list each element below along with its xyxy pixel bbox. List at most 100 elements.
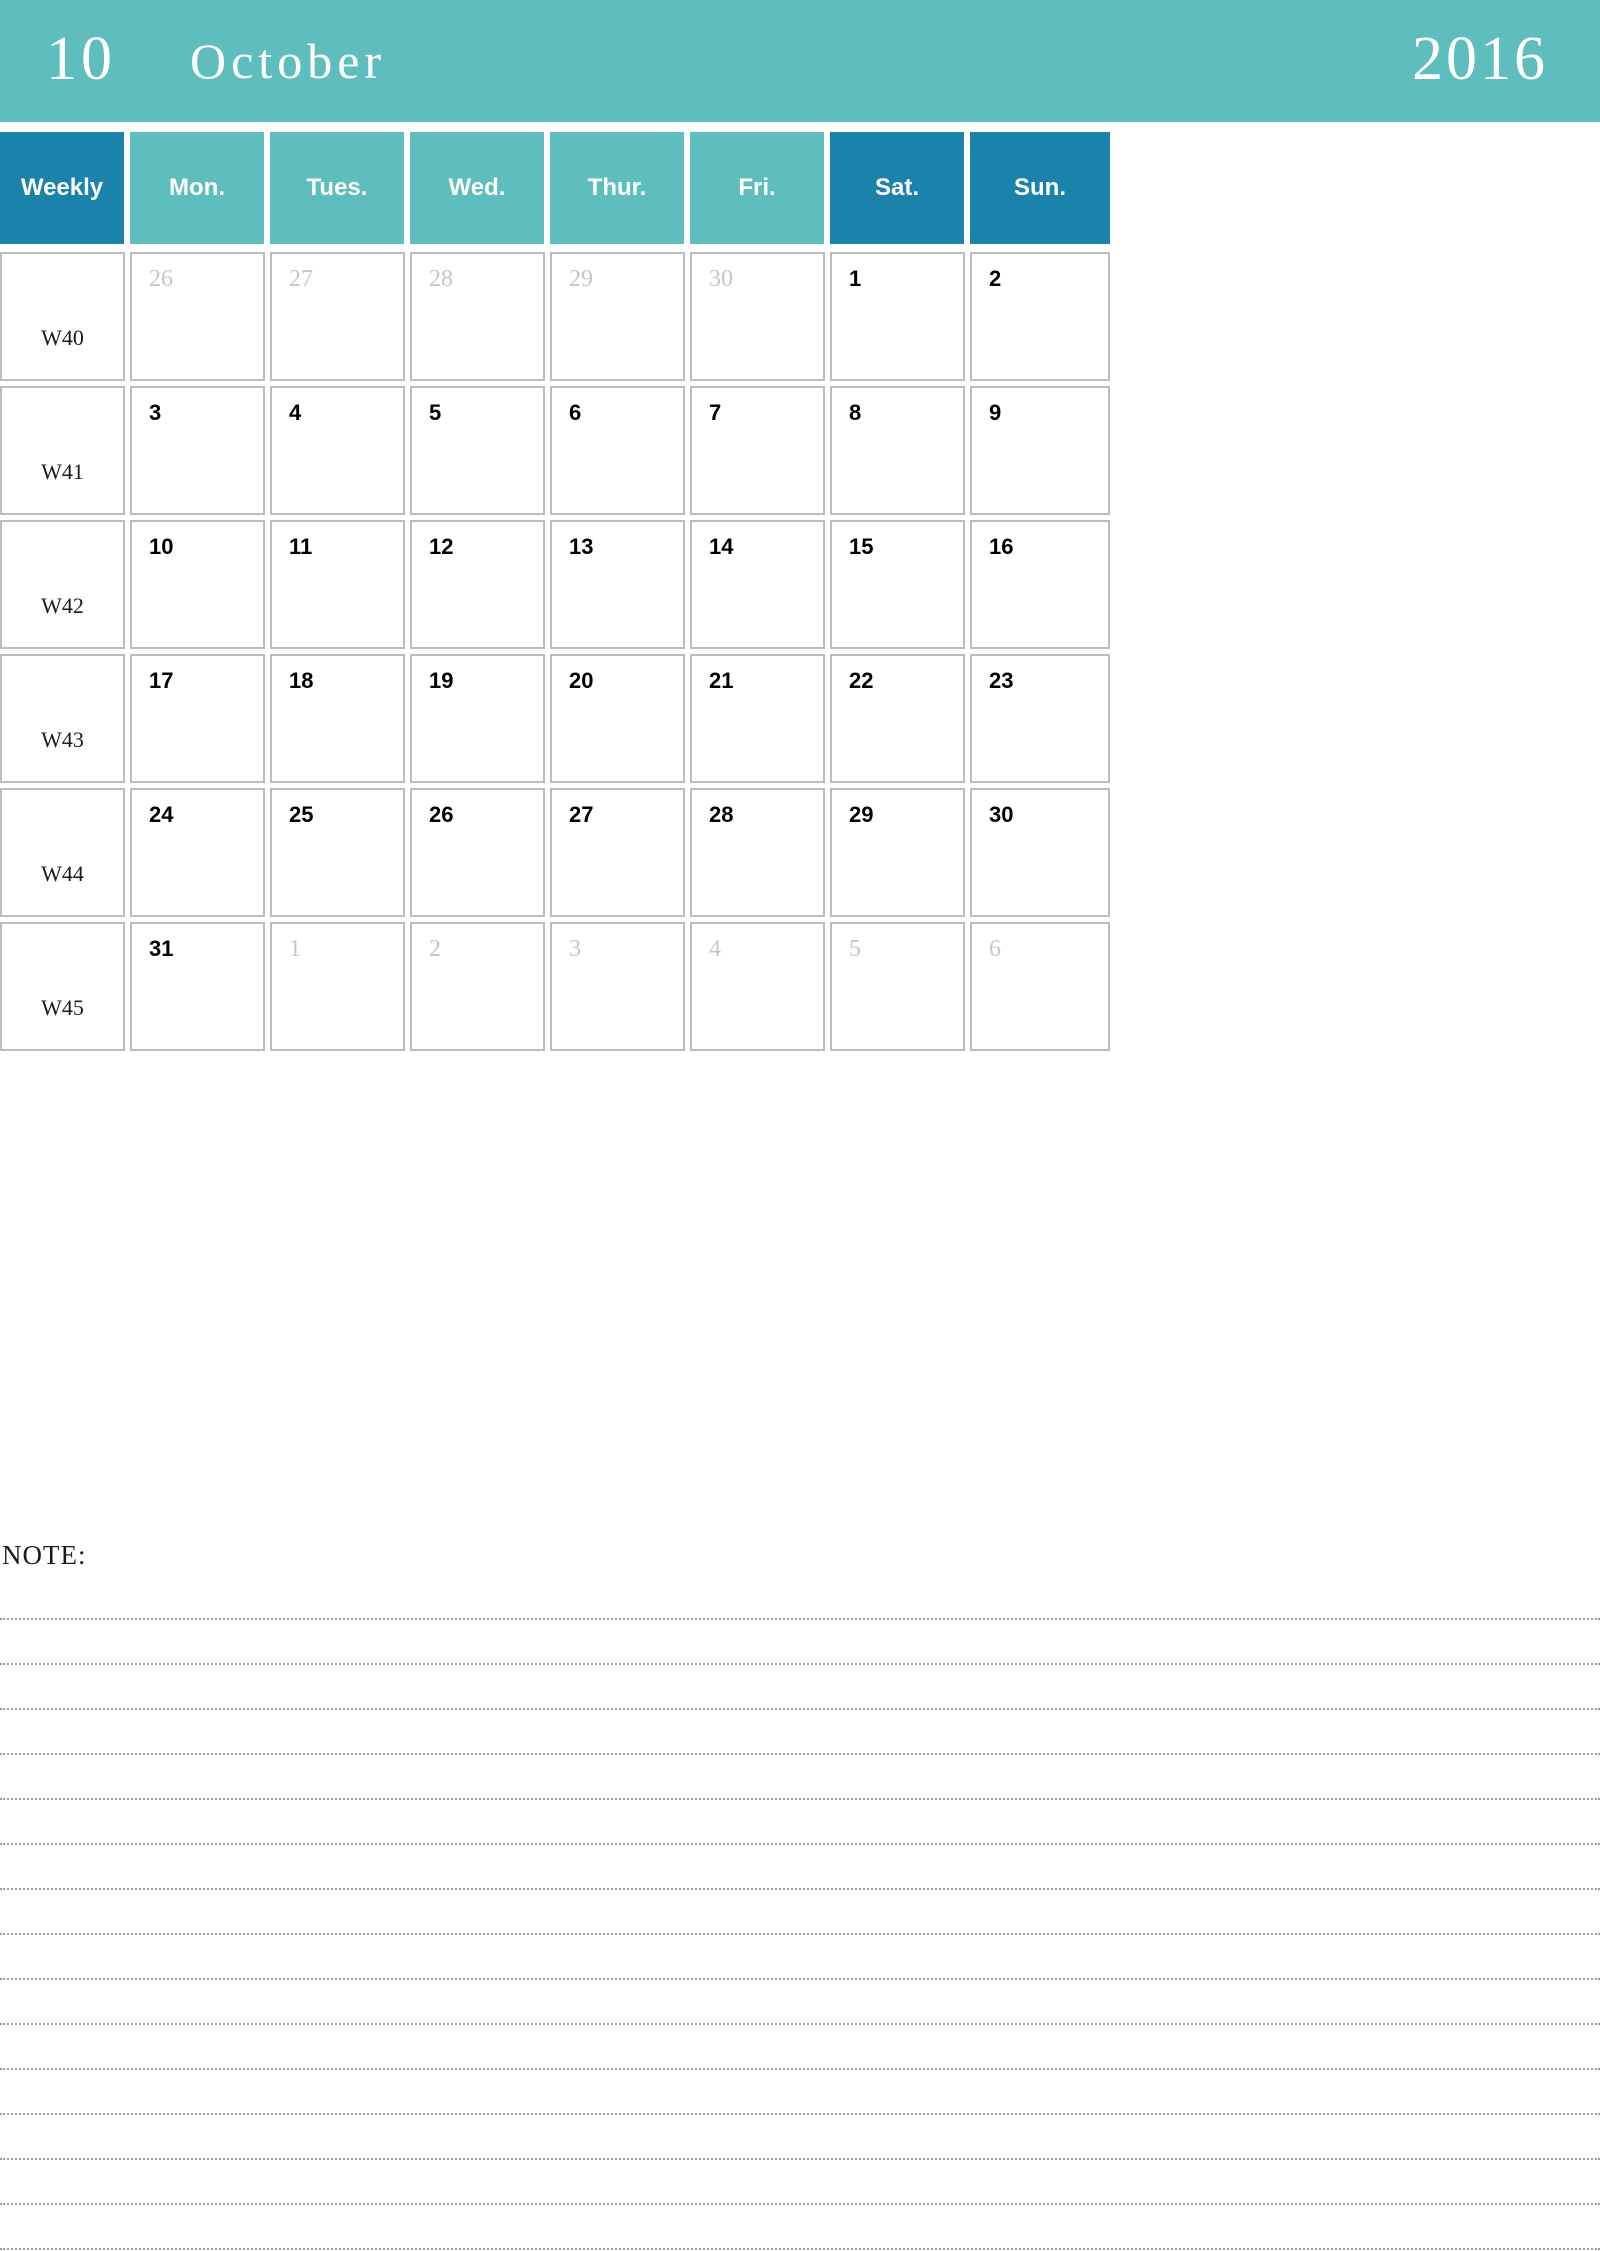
column-header-label: Weekly [20, 174, 104, 201]
note-line[interactable] [0, 1935, 1600, 1980]
day-cell[interactable]: 8 [830, 386, 965, 515]
year-label: 2016 [1412, 25, 1548, 93]
day-number: 10 [149, 534, 174, 559]
day-cell[interactable]: 31 [130, 922, 265, 1051]
note-line[interactable] [0, 2160, 1600, 2205]
day-number: 25 [289, 802, 314, 827]
day-cell[interactable]: 28 [690, 788, 825, 917]
calendar-week-row: W41 3 4 5 6 7 8 9 [0, 386, 1600, 515]
day-number-outside-month: 27 [289, 266, 313, 292]
day-cell[interactable]: 18 [270, 654, 405, 783]
note-line[interactable] [0, 1800, 1600, 1845]
day-number-outside-month: 30 [709, 266, 733, 292]
day-cell[interactable]: 6 [970, 922, 1110, 1051]
day-cell[interactable]: 4 [270, 386, 405, 515]
day-cell[interactable]: 7 [690, 386, 825, 515]
day-cell[interactable]: 1 [830, 252, 965, 381]
note-line[interactable] [0, 1980, 1600, 2025]
day-number: 11 [289, 534, 313, 559]
weekday-header-row: Weekly Mon. Tues. Wed. Thur. Fri. Sat. Sun. [0, 132, 1600, 244]
note-line[interactable] [0, 1755, 1600, 1800]
day-cell[interactable]: 26 [410, 788, 545, 917]
note-line[interactable] [0, 2070, 1600, 2115]
calendar-week-row: W44 24 25 26 27 28 29 30 [0, 788, 1600, 917]
day-number: 9 [989, 400, 1002, 425]
day-cell[interactable]: 9 [970, 386, 1110, 515]
day-cell[interactable]: 2 [410, 922, 545, 1051]
week-number-label: W42 [41, 593, 84, 618]
day-cell[interactable]: 13 [550, 520, 685, 649]
day-number: 28 [709, 802, 734, 827]
day-number: 29 [849, 802, 874, 827]
day-number: 14 [709, 534, 734, 559]
note-line[interactable] [0, 2205, 1600, 2250]
week-number-label: W44 [41, 861, 84, 886]
note-line[interactable] [0, 1845, 1600, 1890]
day-cell[interactable]: 29 [550, 252, 685, 381]
calendar-week-row: W43 17 18 19 20 21 22 23 [0, 654, 1600, 783]
day-cell[interactable]: 12 [410, 520, 545, 649]
day-cell[interactable]: 16 [970, 520, 1110, 649]
note-line[interactable] [0, 1575, 1600, 1620]
day-cell[interactable]: 5 [830, 922, 965, 1051]
day-number: 8 [849, 400, 862, 425]
day-number: 30 [989, 802, 1014, 827]
day-number: 6 [569, 400, 582, 425]
note-line[interactable] [0, 2025, 1600, 2070]
day-cell[interactable]: 26 [130, 252, 265, 381]
calendar-week-row: W40 26 27 28 29 30 1 2 [0, 252, 1600, 381]
day-number-outside-month: 29 [569, 266, 593, 292]
note-line[interactable] [0, 1710, 1600, 1755]
note-line[interactable] [0, 1620, 1600, 1665]
column-header-label: Sat. [874, 174, 919, 201]
day-cell[interactable]: 24 [130, 788, 265, 917]
calendar-grid: W40 26 27 28 29 30 1 2 W41 3 4 5 6 7 8 9 W42 10 11 12 13 14 15… [0, 252, 1600, 1056]
day-number: 5 [429, 400, 442, 425]
note-lines[interactable] [0, 1575, 1600, 2250]
note-label: NOTE: [2, 1540, 87, 1570]
day-cell[interactable]: 14 [690, 520, 825, 649]
day-number: 19 [429, 668, 454, 693]
day-number: 13 [569, 534, 594, 559]
column-header-label: Tues. [306, 174, 368, 201]
day-cell[interactable]: 1 [270, 922, 405, 1051]
day-cell[interactable]: 6 [550, 386, 685, 515]
day-cell[interactable]: 23 [970, 654, 1110, 783]
day-number: 2 [989, 266, 1002, 291]
day-cell[interactable]: 2 [970, 252, 1110, 381]
column-header-label: Sun. [1014, 174, 1066, 201]
day-cell[interactable]: 25 [270, 788, 405, 917]
day-cell[interactable]: 27 [270, 252, 405, 381]
note-line[interactable] [0, 1665, 1600, 1710]
day-cell[interactable]: 3 [550, 922, 685, 1051]
day-number: 7 [709, 400, 722, 425]
note-line[interactable] [0, 2115, 1600, 2160]
day-cell[interactable]: 30 [690, 252, 825, 381]
day-cell[interactable]: 11 [270, 520, 405, 649]
week-number-label: W43 [41, 727, 84, 752]
column-header-sun: Sun. [970, 132, 1110, 244]
day-number: 31 [149, 936, 174, 961]
day-number: 12 [429, 534, 454, 559]
day-cell[interactable]: 22 [830, 654, 965, 783]
day-cell[interactable]: 4 [690, 922, 825, 1051]
day-number: 26 [429, 802, 454, 827]
day-cell[interactable]: 27 [550, 788, 685, 917]
day-cell[interactable]: 28 [410, 252, 545, 381]
day-cell[interactable]: 17 [130, 654, 265, 783]
day-number: 4 [289, 400, 302, 425]
day-cell[interactable]: 20 [550, 654, 685, 783]
column-header-sat: Sat. [830, 132, 970, 244]
day-cell[interactable]: 15 [830, 520, 965, 649]
column-header-fri: Fri. [690, 132, 830, 244]
column-header-thur: Thur. [550, 132, 690, 244]
note-line[interactable] [0, 1890, 1600, 1935]
day-cell[interactable]: 5 [410, 386, 545, 515]
day-cell[interactable]: 3 [130, 386, 265, 515]
day-cell[interactable]: 30 [970, 788, 1110, 917]
week-number-cell: W44 [0, 788, 125, 917]
day-cell[interactable]: 21 [690, 654, 825, 783]
day-cell[interactable]: 29 [830, 788, 965, 917]
day-cell[interactable]: 10 [130, 520, 265, 649]
day-cell[interactable]: 19 [410, 654, 545, 783]
